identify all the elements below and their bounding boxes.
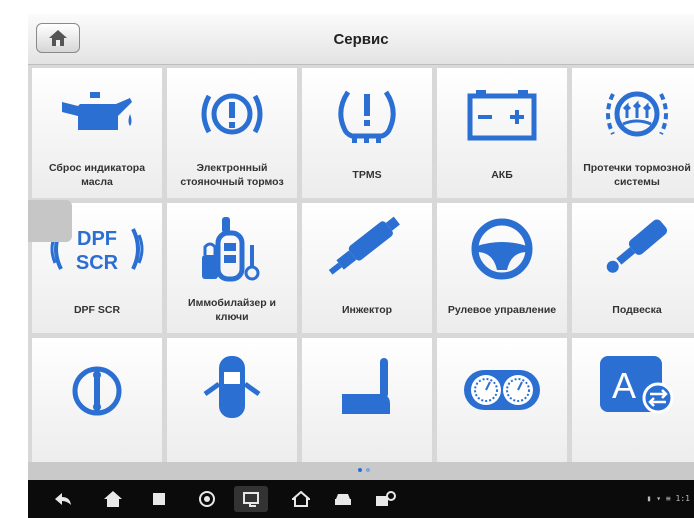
screenshot-icon <box>243 492 259 507</box>
dpf-text: DPF <box>77 228 117 250</box>
tile-label: DPF SCR <box>73 304 121 316</box>
language-switch-icon: A <box>600 356 674 414</box>
autel-button[interactable] <box>194 486 220 512</box>
seat-icon <box>342 358 390 414</box>
car-doors-icon <box>203 356 261 418</box>
immobilizer-key-icon <box>202 217 260 282</box>
back-icon <box>55 493 71 505</box>
steering-wheel-icon <box>471 218 533 280</box>
android-navbar: ▮ ▾ ≡ 1:1 <box>28 480 694 518</box>
gearbox-icon <box>72 366 122 416</box>
brake-fluid-icon <box>606 91 668 137</box>
vci-home-icon <box>292 491 310 507</box>
language-letter: A <box>612 365 636 406</box>
tile-label <box>304 424 430 466</box>
tile-label <box>34 424 160 466</box>
tile-label: Подвеска <box>612 304 662 316</box>
autel-icon <box>199 491 215 507</box>
oil-can-icon <box>62 92 132 130</box>
tile-label: Протечки тормозной системы <box>583 162 691 188</box>
tile-gearbox[interactable] <box>32 338 162 468</box>
tile-instrument-cluster[interactable] <box>437 338 567 468</box>
home-icon <box>49 30 67 46</box>
tile-label: Инжектор <box>341 304 393 316</box>
tile-immobilizer[interactable]: Иммобилайзер и ключи <box>167 203 297 333</box>
header-bar: Сервис <box>28 14 694 65</box>
screenshot-button[interactable] <box>234 486 268 512</box>
diagnostics-icon <box>376 491 396 506</box>
tile-car-doors[interactable] <box>167 338 297 468</box>
page-dot-active[interactable] <box>358 468 362 472</box>
tile-seat[interactable] <box>302 338 432 468</box>
tile-label: Иммобилайзер и ключи <box>188 297 276 323</box>
tile-steering[interactable]: Рулевое управление <box>437 203 567 333</box>
app-screen: Сервис Сброс индикатора масла Электронны… <box>28 14 694 518</box>
battery-icon <box>467 90 537 141</box>
car-button[interactable] <box>330 486 356 512</box>
vci-home-button[interactable] <box>288 486 314 512</box>
home-icon <box>104 491 122 507</box>
floating-handle[interactable] <box>28 200 72 242</box>
tile-brake-fluid[interactable]: Протечки тормозной системы <box>572 68 694 198</box>
page-dot[interactable] <box>366 468 370 472</box>
tile-tpms[interactable]: TPMS <box>302 68 432 198</box>
tile-injector[interactable]: Инжектор <box>302 203 432 333</box>
tile-oil-reset[interactable]: Сброс индикатора масла <box>32 68 162 198</box>
tile-label <box>169 424 295 466</box>
page-indicator <box>28 462 694 480</box>
service-grid: Сброс индикатора масла Электронный стоян… <box>32 68 694 468</box>
tile-label: Сброс индикатора масла <box>48 162 146 188</box>
injector-icon <box>328 216 400 275</box>
tile-label: TPMS <box>352 169 382 181</box>
recent-apps-icon <box>153 493 165 505</box>
tile-label: АКБ <box>491 169 513 181</box>
suspension-icon <box>606 219 668 273</box>
tile-label <box>574 424 694 466</box>
car-icon <box>335 494 351 505</box>
parking-brake-icon <box>201 93 263 135</box>
status-bar-text: ▮ ▾ ≡ 1:1 <box>646 494 690 503</box>
diagnostics-button[interactable] <box>372 486 398 512</box>
tile-suspension[interactable]: Подвеска <box>572 203 694 333</box>
tile-label <box>439 424 565 466</box>
scr-text: SCR <box>76 252 119 274</box>
recent-apps-button[interactable] <box>146 486 172 512</box>
tile-label: Рулевое управление <box>447 304 557 316</box>
instrument-cluster-icon <box>464 370 540 410</box>
home-button[interactable] <box>36 23 80 53</box>
home-nav-button[interactable] <box>100 486 126 512</box>
page-title: Сервис <box>333 30 389 48</box>
tile-label: Электронный стояночный тормоз <box>180 162 284 188</box>
tile-parking-brake[interactable]: Электронный стояночный тормоз <box>167 68 297 198</box>
tire-pressure-icon <box>338 90 396 143</box>
tile-language[interactable]: A <box>572 338 694 468</box>
tile-battery[interactable]: АКБ <box>437 68 567 198</box>
back-button[interactable] <box>50 486 76 512</box>
